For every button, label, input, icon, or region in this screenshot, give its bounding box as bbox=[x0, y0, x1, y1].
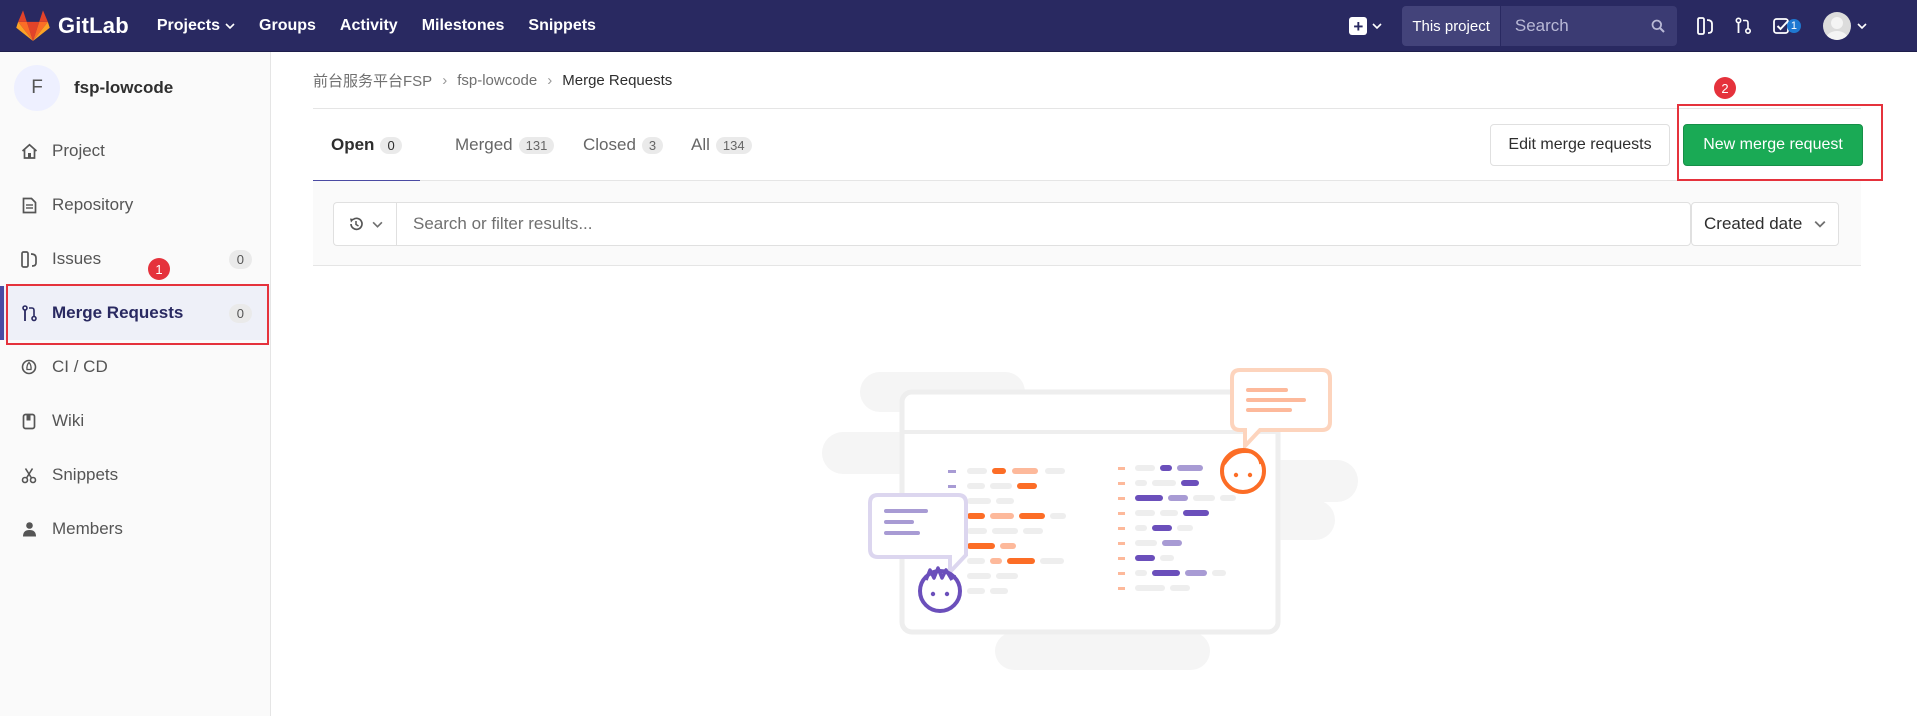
brand-name: GitLab bbox=[58, 12, 129, 38]
project-name: fsp-lowcode bbox=[74, 78, 174, 97]
sidebar-item-label: Merge Requests bbox=[52, 303, 184, 322]
nav-projects-label: Projects bbox=[156, 16, 221, 34]
scissors-icon bbox=[20, 466, 38, 484]
merge-requests-nav-button[interactable] bbox=[1735, 17, 1751, 35]
new-dropdown[interactable]: + bbox=[1349, 17, 1382, 35]
gitlab-logo[interactable]: GitLab bbox=[16, 9, 129, 42]
orange-face bbox=[1220, 448, 1266, 494]
annotation-marker-2: 2 bbox=[1714, 77, 1736, 99]
nav-projects[interactable]: Projects bbox=[157, 17, 235, 35]
book-icon bbox=[20, 412, 38, 430]
tab-label: All bbox=[691, 135, 710, 154]
tab-count-badge: 134 bbox=[715, 136, 752, 154]
tab-closed[interactable]: Closed 3 bbox=[570, 109, 676, 181]
tab-label: Closed bbox=[583, 135, 636, 154]
sort-dropdown[interactable]: Created date bbox=[1691, 202, 1839, 246]
purple-face bbox=[918, 566, 962, 613]
project-avatar: F bbox=[14, 65, 60, 111]
nav-activity[interactable]: Activity bbox=[340, 17, 398, 35]
gitlab-tanuki-icon bbox=[16, 9, 50, 41]
sidebar-item-label: Members bbox=[52, 519, 123, 538]
sidebar-item-members[interactable]: Members bbox=[0, 502, 270, 556]
sidebar-item-issues[interactable]: Issues 0 bbox=[0, 232, 270, 286]
user-menu[interactable] bbox=[1823, 12, 1867, 40]
breadcrumb-current[interactable]: Merge Requests bbox=[562, 72, 672, 89]
sidebar-item-label: CI / CD bbox=[52, 357, 108, 376]
search-group: This project bbox=[1402, 6, 1677, 46]
chevron-right-icon: › bbox=[442, 72, 448, 89]
nav-groups[interactable]: Groups bbox=[259, 17, 316, 35]
tab-all[interactable]: All 134 bbox=[679, 109, 764, 181]
plus-square-icon: + bbox=[1349, 17, 1368, 35]
breadcrumb-group[interactable]: 前台服务平台FSP bbox=[313, 70, 432, 91]
tab-label: Open bbox=[331, 135, 375, 154]
sidebar-item-repository[interactable]: Repository bbox=[0, 178, 270, 232]
issues-nav-button[interactable] bbox=[1696, 17, 1713, 35]
search-icon bbox=[1651, 19, 1665, 33]
default-avatar-icon bbox=[1826, 17, 1848, 40]
sidebar-item-label: Wiki bbox=[52, 411, 85, 430]
speech-bubble-orange bbox=[1230, 368, 1332, 452]
todo-count-badge: 1 bbox=[1786, 19, 1801, 33]
tab-count-badge: 3 bbox=[641, 136, 664, 154]
merge-requests-count-badge: 0 bbox=[228, 303, 252, 323]
nav-links: Projects Groups Activity Milestones Snip… bbox=[157, 17, 620, 35]
sidebar-item-snippets[interactable]: Snippets bbox=[0, 448, 270, 502]
chevron-down-icon bbox=[1857, 23, 1867, 30]
sidebar-item-ci-cd[interactable]: CI / CD bbox=[0, 340, 270, 394]
empty-merge-requests-illustration bbox=[822, 368, 1358, 670]
nav-milestones[interactable]: Milestones bbox=[422, 17, 505, 35]
chevron-down-icon bbox=[372, 221, 382, 228]
project-sidebar: F fsp-lowcode Project Repository Issues … bbox=[0, 52, 271, 716]
sidebar-item-wiki[interactable]: Wiki bbox=[0, 394, 270, 448]
sidebar-item-label: Snippets bbox=[52, 465, 119, 484]
tab-count-badge: 131 bbox=[518, 136, 555, 154]
breadcrumb-project[interactable]: fsp-lowcode bbox=[457, 72, 537, 89]
issues-count-badge: 0 bbox=[228, 249, 252, 269]
tab-merged[interactable]: Merged 131 bbox=[442, 109, 567, 181]
user-icon bbox=[20, 520, 38, 538]
sidebar-item-label: Repository bbox=[52, 195, 134, 214]
merge-request-icon bbox=[20, 304, 38, 322]
issues-icon bbox=[1696, 17, 1713, 35]
sidebar-item-label: Project bbox=[52, 141, 105, 160]
sidebar-item-merge-requests[interactable]: Merge Requests 0 bbox=[0, 286, 270, 340]
sidebar-item-label: Issues bbox=[52, 249, 102, 268]
recent-searches-dropdown[interactable] bbox=[333, 202, 396, 246]
top-navbar: GitLab Projects Groups Activity Mileston… bbox=[0, 0, 1917, 52]
search-box bbox=[1500, 6, 1677, 46]
todos-nav-button[interactable]: 1 bbox=[1772, 17, 1801, 35]
merge-request-icon bbox=[1735, 17, 1751, 34]
rocket-icon bbox=[20, 358, 38, 376]
breadcrumb: 前台服务平台FSP › fsp-lowcode › Merge Requests bbox=[313, 70, 672, 91]
chevron-right-icon: › bbox=[547, 72, 553, 89]
home-icon bbox=[20, 142, 38, 160]
edit-merge-requests-button[interactable]: Edit merge requests bbox=[1490, 124, 1670, 166]
user-avatar bbox=[1823, 12, 1851, 40]
sidebar-item-project[interactable]: Project bbox=[0, 124, 270, 178]
chevron-down-icon bbox=[1814, 220, 1826, 228]
document-icon bbox=[20, 196, 38, 214]
tab-count-badge: 0 bbox=[380, 136, 402, 154]
nav-snippets[interactable]: Snippets bbox=[528, 17, 596, 35]
tab-label: Merged bbox=[455, 135, 513, 154]
chevron-down-icon bbox=[225, 22, 235, 29]
navbar-right: + This project 1 bbox=[1349, 0, 1917, 52]
tab-open[interactable]: Open 0 bbox=[313, 109, 420, 182]
filter-search bbox=[396, 202, 1691, 246]
annotation-marker-1: 1 bbox=[148, 258, 170, 280]
history-icon bbox=[349, 217, 363, 231]
issues-icon bbox=[20, 250, 38, 268]
filter-search-input[interactable] bbox=[411, 213, 1690, 235]
sort-label: Created date bbox=[1704, 214, 1803, 233]
search-input[interactable] bbox=[1512, 15, 1647, 37]
filter-bar: Created date bbox=[313, 181, 1861, 266]
new-merge-request-button[interactable]: New merge request bbox=[1683, 124, 1863, 166]
project-header[interactable]: F fsp-lowcode bbox=[0, 52, 270, 124]
search-scope-badge[interactable]: This project bbox=[1402, 6, 1501, 46]
chevron-down-icon bbox=[1372, 23, 1382, 30]
